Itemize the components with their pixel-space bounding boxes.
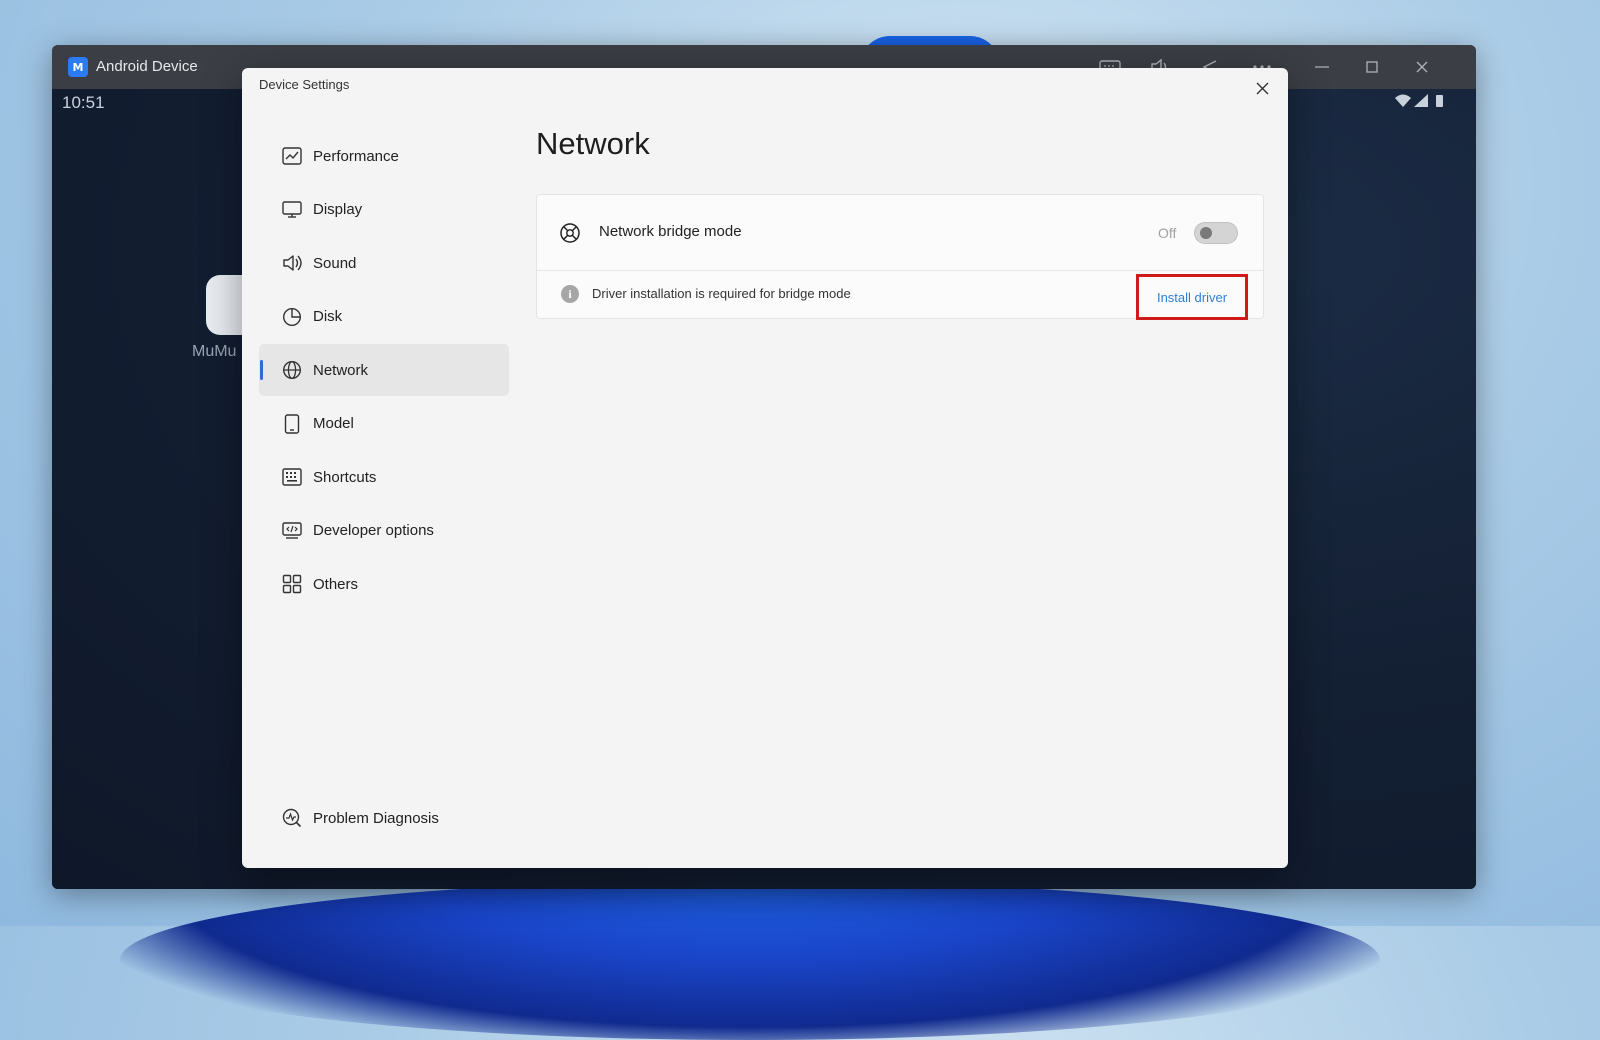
nav-label: Display: [313, 201, 363, 218]
window-close-icon[interactable]: [1410, 55, 1434, 79]
nav-item-problem-diagnosis[interactable]: Problem Diagnosis: [259, 792, 509, 844]
bridge-mode-state: Off: [1158, 225, 1177, 241]
nav-item-disk[interactable]: Disk: [259, 291, 509, 343]
nav-label: Model: [313, 415, 354, 432]
nav-label: Sound: [313, 254, 357, 272]
minimize-icon[interactable]: [1310, 55, 1334, 79]
nav-item-others[interactable]: Others: [259, 558, 509, 610]
nav-label: Disk: [313, 308, 343, 325]
device-settings-dialog: Device Settings Performance Display Soun…: [242, 68, 1288, 868]
network-bridge-card: Network bridge mode Off i Driver install…: [536, 194, 1264, 320]
info-icon: i: [561, 285, 579, 303]
bridge-mode-icon: [559, 222, 581, 244]
settings-nav: Performance Display Sound Disk Network M…: [259, 130, 509, 612]
model-icon: [281, 413, 303, 435]
close-icon: [1256, 82, 1268, 94]
nav-item-network[interactable]: Network: [259, 344, 509, 396]
driver-info-row: i Driver installation is required for br…: [537, 271, 1263, 320]
nav-item-display[interactable]: Display: [259, 184, 509, 236]
page-title: Network: [536, 126, 650, 161]
nav-label: Shortcuts: [313, 468, 377, 486]
nav-label: Others: [313, 575, 359, 593]
mumu-logo-icon: M: [68, 57, 88, 77]
performance-icon: [281, 145, 303, 167]
window-title: Android Device: [96, 58, 198, 75]
nav-item-sound[interactable]: Sound: [259, 237, 509, 289]
nav-label: Network: [313, 361, 369, 379]
nav-item-developer-options[interactable]: Developer options: [259, 505, 509, 557]
nav-label: Developer options: [313, 522, 434, 539]
driver-info-text: Driver installation is required for brid…: [592, 286, 851, 301]
others-icon: [281, 573, 303, 595]
nav-item-model[interactable]: Model: [259, 398, 509, 450]
dialog-title: Device Settings: [259, 77, 350, 92]
settings-nav-bottom: Problem Diagnosis: [259, 792, 509, 846]
app-icon-label: MuMu: [192, 343, 237, 360]
sound-icon: [281, 252, 303, 274]
nav-label: Problem Diagnosis: [313, 809, 439, 827]
android-clock: 10:51: [62, 93, 105, 112]
problem-diagnosis-icon: [281, 807, 303, 829]
status-bar-icons: [1394, 93, 1446, 113]
nav-item-performance[interactable]: Performance: [259, 130, 509, 182]
wifi-icon: [1395, 94, 1411, 107]
bridge-mode-label: Network bridge mode: [599, 223, 742, 240]
disk-icon: [281, 306, 303, 328]
maximize-icon[interactable]: [1360, 55, 1384, 79]
bridge-mode-toggle[interactable]: [1194, 222, 1238, 244]
nav-item-shortcuts[interactable]: Shortcuts: [259, 451, 509, 503]
install-driver-link[interactable]: Install driver: [1136, 274, 1248, 320]
nav-label: Performance: [313, 147, 399, 165]
display-icon: [281, 199, 303, 221]
developer-options-icon: [281, 520, 303, 542]
signal-icon: [1414, 94, 1428, 107]
battery-icon: [1436, 95, 1443, 107]
toggle-knob: [1200, 227, 1212, 239]
shortcuts-icon: [281, 466, 303, 488]
desktop-wallpaper-bloom: [120, 880, 1380, 1040]
bridge-mode-row: Network bridge mode Off: [537, 195, 1263, 271]
network-icon: [281, 359, 303, 381]
dialog-close-button[interactable]: [1248, 74, 1276, 102]
